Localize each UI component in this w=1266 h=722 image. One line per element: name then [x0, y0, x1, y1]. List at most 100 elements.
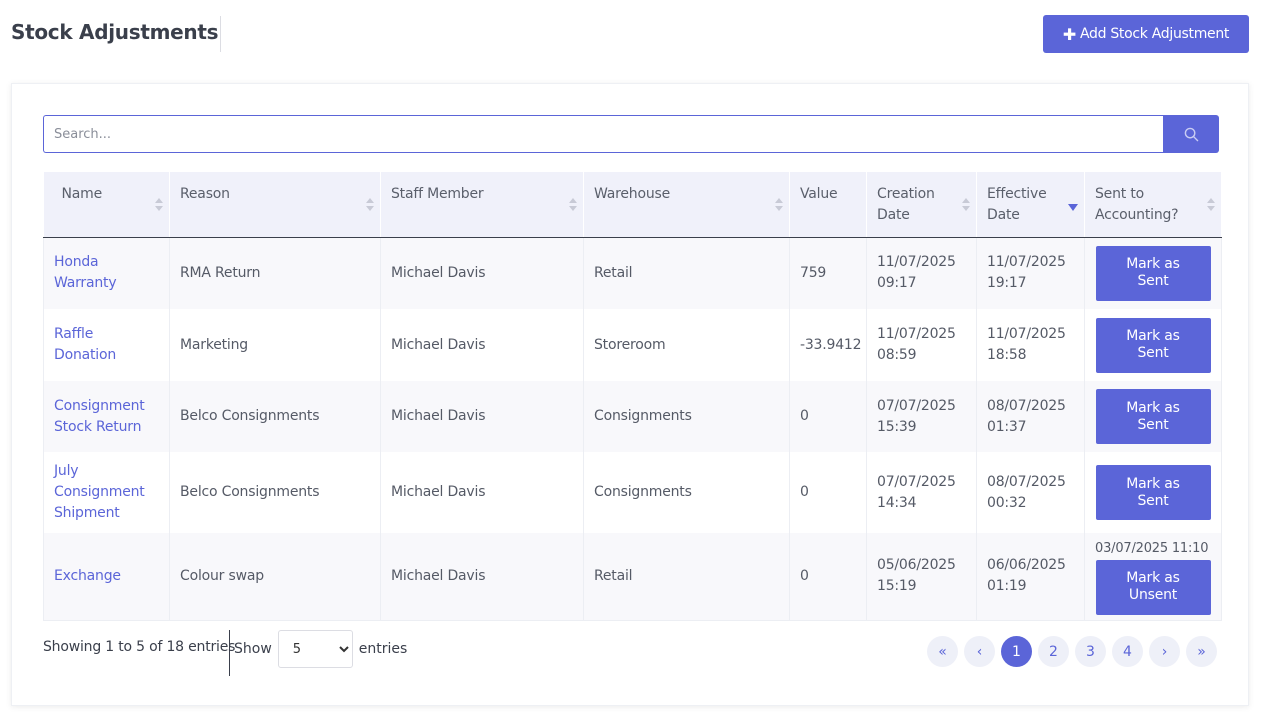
column-label: Reason [180, 186, 230, 202]
name-line: Shipment [54, 505, 120, 521]
cell-reason: Belco Consignments [169, 381, 381, 452]
adjustments-card: Name Reason Staff Member Warehouse Value… [11, 83, 1249, 706]
column-label: Sent to [1095, 186, 1144, 202]
cell-creation-date: 07/07/2025 14:34 [866, 452, 977, 533]
cell-name: Raffle Donation [43, 309, 170, 381]
mark-sent-toggle-button[interactable]: Mark as Sent [1095, 465, 1211, 520]
page-button-3[interactable]: 3 [1075, 636, 1106, 667]
column-header-name[interactable]: Name [43, 172, 170, 238]
column-header-creation-date[interactable]: Creation Date [866, 172, 977, 238]
adjustment-name-link[interactable]: Exchange [54, 568, 121, 584]
title-divider [220, 16, 221, 52]
cell-name: Exchange [43, 533, 170, 621]
cell-staff: Michael Davis [380, 237, 584, 309]
column-header-sent-to-accounting[interactable]: Sent to Accounting? [1084, 172, 1222, 238]
add-stock-adjustment-button[interactable]: ✚ Add Stock Adjustment [1043, 15, 1249, 53]
sort-icon [962, 198, 970, 212]
cell-staff: Michael Davis [380, 381, 584, 452]
column-label: Value [800, 186, 838, 202]
sort-icon [366, 198, 374, 212]
cell-name: Honda Warranty [43, 237, 170, 309]
page-button-2[interactable]: 2 [1038, 636, 1069, 667]
cell-value: 0 [789, 452, 867, 533]
cell-creation-date: 05/06/2025 15:19 [866, 533, 977, 621]
column-label: Name [61, 186, 103, 202]
show-label: Show [234, 641, 272, 657]
adjustment-name-link[interactable]: July Consignment Shipment [54, 463, 145, 521]
time: 15:19 [877, 578, 917, 595]
button-line: Sent [1137, 345, 1169, 361]
time: 01:37 [987, 418, 1027, 435]
footer-divider [229, 630, 230, 676]
mark-sent-toggle-button[interactable]: Mark as Unsent [1095, 559, 1211, 615]
column-header-warehouse[interactable]: Warehouse [583, 172, 790, 238]
name-line: Warranty [54, 275, 117, 292]
button-line: Mark as [1126, 399, 1180, 416]
table-header-row: Name Reason Staff Member Warehouse Value… [43, 172, 1222, 238]
column-header-value[interactable]: Value [789, 172, 867, 238]
date: 11/07/2025 [877, 326, 956, 342]
page-button-1[interactable]: 1 [1001, 636, 1032, 667]
time: 18:58 [987, 347, 1027, 363]
sort-icon [155, 198, 163, 212]
sort-desc-icon [1068, 204, 1078, 211]
button-line: Sent [1137, 273, 1169, 290]
cell-effective-date: 11/07/2025 19:17 [976, 237, 1085, 309]
cell-staff: Michael Davis [380, 309, 584, 381]
time: 15:39 [877, 418, 917, 435]
cell-staff: Michael Davis [380, 452, 584, 533]
search-button[interactable] [1163, 115, 1219, 153]
search-input[interactable] [43, 115, 1163, 153]
name-line: Donation [54, 347, 117, 363]
column-label: Date [987, 207, 1020, 223]
name-line: Honda [54, 254, 99, 271]
column-header-effective-date[interactable]: Effective Date [976, 172, 1085, 238]
adjustment-name-link[interactable]: Raffle Donation [54, 326, 116, 363]
entries-info: Showing 1 to 5 of 18 entries [43, 639, 236, 655]
adjustments-table: Name Reason Staff Member Warehouse Value… [43, 172, 1222, 621]
time: 01:19 [987, 578, 1027, 595]
last-page-button[interactable]: » [1186, 636, 1217, 667]
time: 00:32 [987, 494, 1027, 511]
cell-warehouse: Retail [583, 237, 790, 309]
page-button-4[interactable]: 4 [1112, 636, 1143, 667]
button-line: Unsent [1128, 587, 1178, 604]
cell-sent-to-accounting: Mark as Sent [1084, 309, 1222, 381]
column-header-reason[interactable]: Reason [169, 172, 381, 238]
cell-effective-date: 08/07/2025 00:32 [976, 452, 1085, 533]
table-row: Raffle Donation Marketing Michael Davis Stor… [43, 309, 1222, 381]
sort-icon [775, 198, 783, 212]
time: 14:34 [877, 494, 917, 511]
cell-value: 0 [789, 381, 867, 452]
column-label: Creation [877, 186, 935, 202]
name-line: Exchange [54, 567, 121, 584]
date: 07/07/2025 [877, 473, 956, 490]
previous-page-button[interactable]: ‹ [964, 636, 995, 667]
cell-warehouse: Retail [583, 533, 790, 621]
column-label: Warehouse [594, 186, 671, 202]
plus-icon: ✚ [1062, 24, 1076, 44]
button-line: Mark as [1126, 570, 1180, 587]
column-header-staff[interactable]: Staff Member [380, 172, 584, 238]
mark-sent-toggle-button[interactable]: Mark as Sent [1095, 389, 1211, 444]
date: 11/07/2025 [987, 326, 1066, 342]
mark-sent-toggle-button[interactable]: Mark as Sent [1095, 245, 1211, 301]
adjustment-name-link[interactable]: Honda Warranty [54, 254, 117, 292]
button-line: Sent [1137, 492, 1169, 509]
cell-value: 759 [789, 237, 867, 309]
button-line: Mark as [1126, 475, 1180, 492]
first-page-button[interactable]: « [927, 636, 958, 667]
mark-sent-toggle-button[interactable]: Mark as Sent [1095, 317, 1211, 373]
time: 19:17 [987, 275, 1027, 292]
sent-date: 03/07/2025 11:10 [1095, 540, 1209, 556]
cell-name: July Consignment Shipment [43, 452, 170, 533]
page-header: Stock Adjustments ✚ Add Stock Adjustment [0, 0, 1266, 70]
adjustment-name-link[interactable]: Consignment Stock Return [54, 398, 145, 435]
table-row: Exchange Colour swap Michael Davis Retail 0 0… [43, 533, 1222, 621]
page-size-select[interactable]: 5102550 [277, 630, 353, 668]
column-label: Accounting? [1095, 207, 1179, 223]
cell-reason: Belco Consignments [169, 452, 381, 533]
table-row: July Consignment Shipment Belco Consignment… [43, 452, 1222, 533]
cell-creation-date: 07/07/2025 15:39 [866, 381, 977, 452]
next-page-button[interactable]: › [1149, 636, 1180, 667]
